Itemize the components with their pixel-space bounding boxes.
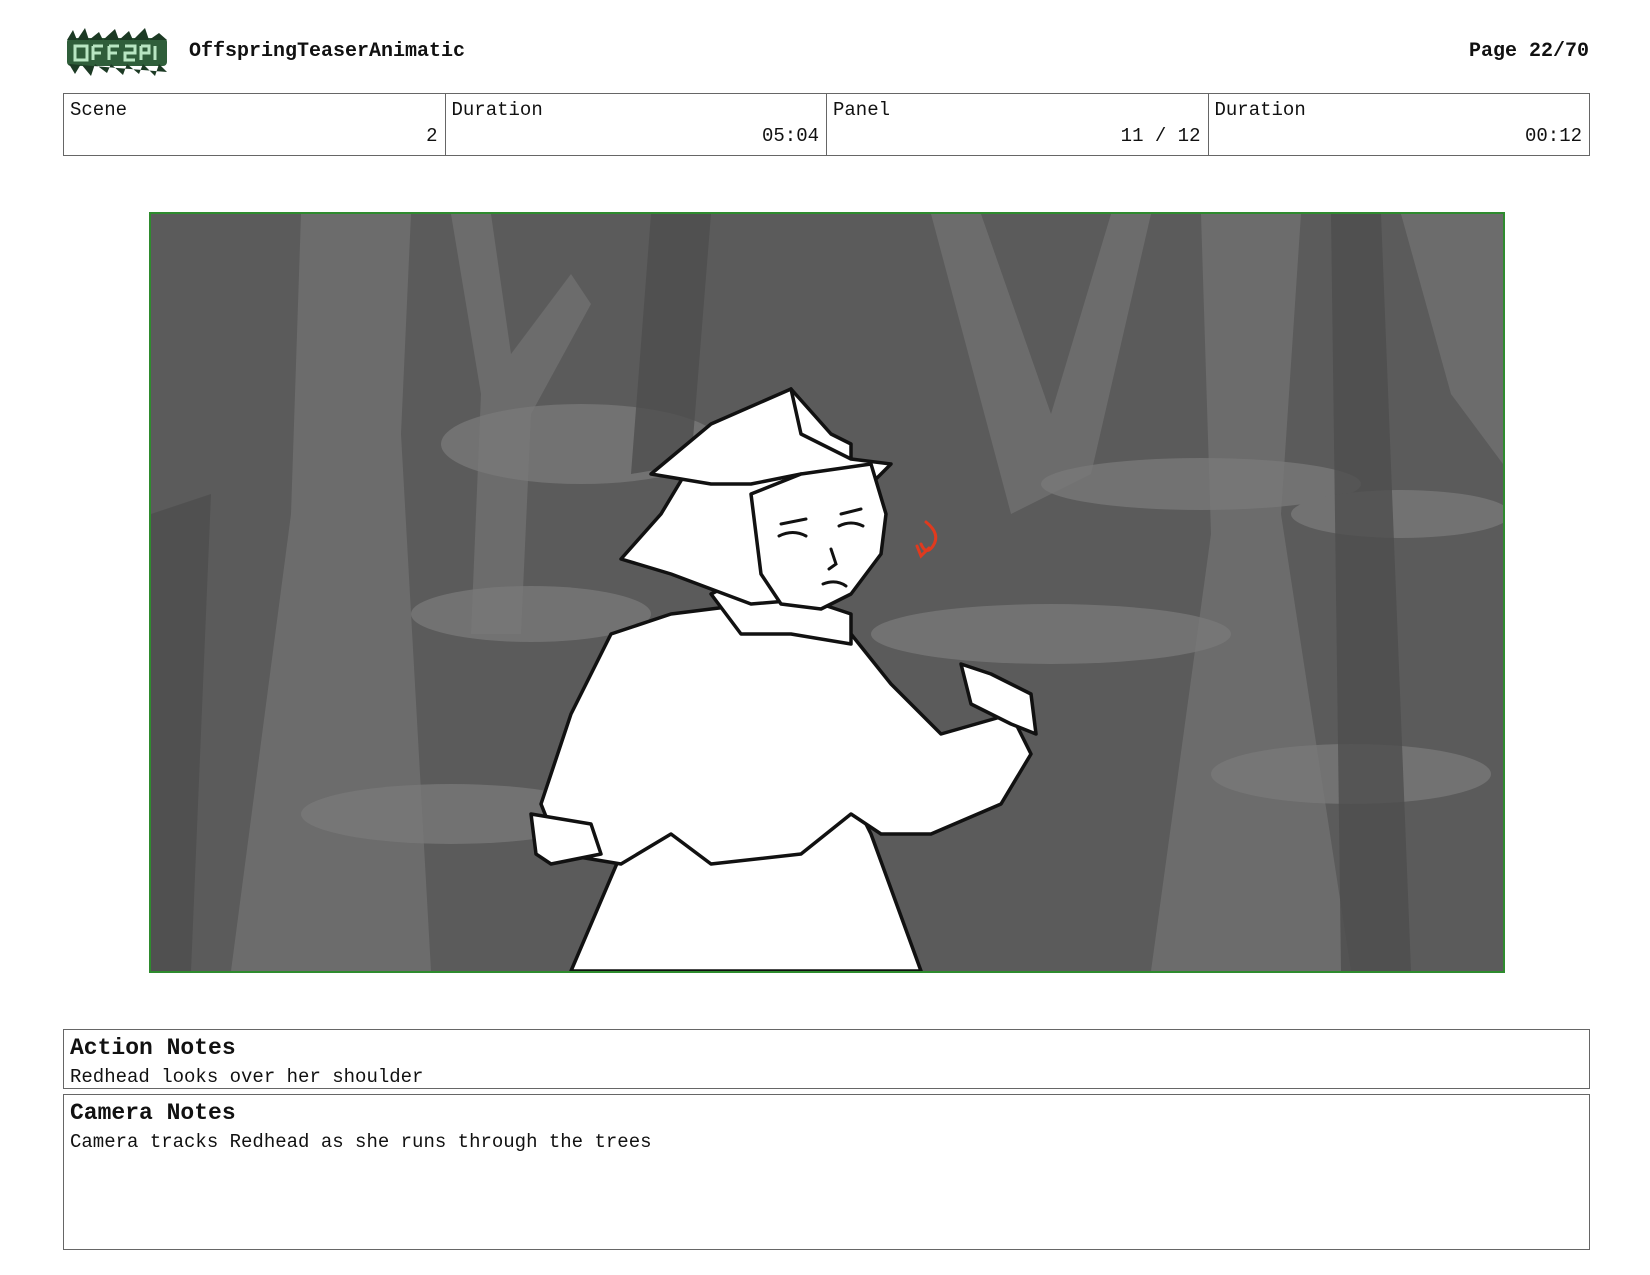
- camera-notes-box: Camera Notes Camera tracks Redhead as sh…: [63, 1094, 1590, 1250]
- camera-notes-text: Camera tracks Redhead as she runs throug…: [70, 1131, 652, 1153]
- storyboard-panel-image: [149, 212, 1505, 973]
- scene-duration-value: 05:04: [761, 125, 819, 147]
- action-notes-box: Action Notes Redhead looks over her shou…: [63, 1029, 1590, 1089]
- forest-sketch-illustration: [151, 214, 1503, 971]
- scene-cell: Scene 2: [64, 94, 446, 155]
- offspring-logo-icon: [67, 28, 167, 76]
- camera-notes-heading: Camera Notes: [70, 1100, 236, 1126]
- page-number: Page 22/70: [1468, 40, 1589, 63]
- panel-cell: Panel 11 / 12: [827, 94, 1209, 155]
- panel-duration-cell: Duration 00:12: [1209, 94, 1590, 155]
- panel-label: Panel: [833, 99, 891, 121]
- page-header: OffspringTeaserAnimatic Page 22/70: [63, 28, 1589, 76]
- panel-info-table: Scene 2 Duration 05:04 Panel 11 / 12 Dur…: [63, 93, 1590, 156]
- panel-duration-label: Duration: [1214, 99, 1306, 121]
- scene-value: 2: [426, 125, 438, 147]
- scene-label: Scene: [70, 99, 128, 121]
- panel-value: 11 / 12: [1120, 125, 1201, 147]
- scene-duration-label: Duration: [451, 99, 543, 121]
- action-notes-heading: Action Notes: [70, 1035, 236, 1061]
- panel-duration-value: 00:12: [1524, 125, 1582, 147]
- project-title: OffspringTeaserAnimatic: [189, 40, 466, 63]
- action-notes-text: Redhead looks over her shoulder: [70, 1066, 424, 1088]
- scene-duration-cell: Duration 05:04: [446, 94, 827, 155]
